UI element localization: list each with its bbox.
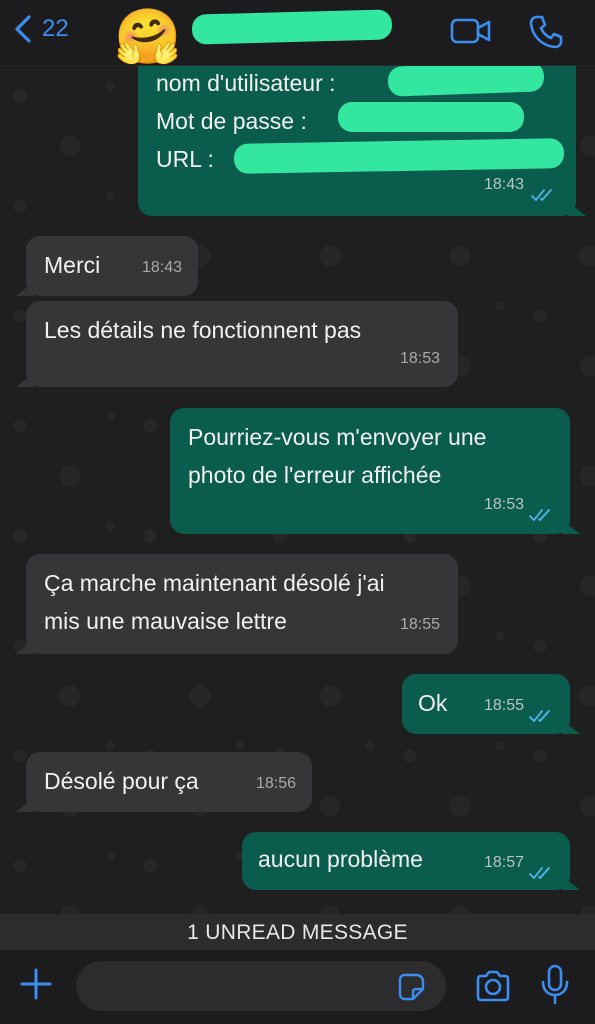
message-incoming[interactable]: Désolé pour ça 18:56: [16, 752, 312, 812]
plus-icon[interactable]: [18, 966, 54, 1002]
video-camera-icon[interactable]: [450, 14, 492, 48]
message-text: Merci: [44, 252, 101, 278]
sticker-icon[interactable]: [396, 972, 426, 1002]
message-line: Mot de passe :: [156, 108, 307, 134]
microphone-icon[interactable]: [540, 964, 570, 1006]
message-time: 18:56: [255, 775, 296, 792]
message-input[interactable]: [76, 961, 446, 1011]
message-line: mis une mauvaise lettre: [44, 608, 287, 634]
message-time: 18:55: [399, 616, 440, 633]
unread-count: 22: [42, 15, 69, 42]
message-outgoing[interactable]: aucun problème 18:57: [242, 832, 580, 890]
message-line: photo de l'erreur affichée: [188, 462, 442, 488]
back-button[interactable]: 22: [12, 14, 69, 44]
message-incoming[interactable]: Merci 18:43: [16, 236, 198, 296]
message-time: 18:55: [483, 697, 524, 714]
redacted-password: [338, 102, 524, 132]
composer-bar: [0, 950, 595, 1024]
camera-icon[interactable]: [474, 969, 512, 1003]
message-text: aucun problème: [258, 846, 423, 872]
read-receipt-icon: [529, 867, 550, 879]
message-time: 18:43: [141, 259, 182, 276]
message-time: 18:43: [483, 176, 524, 193]
unread-banner: 1 UNREAD MESSAGE: [0, 914, 595, 950]
message-outgoing[interactable]: Ok 18:55: [402, 674, 580, 734]
message-time: 18:53: [483, 496, 524, 513]
message-text: Les détails ne fonctionnent pas: [44, 317, 362, 343]
message-line: nom d'utilisateur :: [156, 70, 336, 96]
read-receipt-icon: [529, 509, 550, 521]
message-outgoing[interactable]: Pourriez-vous m'envoyer une photo de l'e…: [170, 408, 580, 534]
message-time: 18:57: [483, 854, 524, 871]
contact-avatar[interactable]: 🤗: [110, 4, 186, 70]
message-text: Ok: [418, 690, 448, 716]
redacted-username: [387, 66, 545, 97]
message-line: Ça marche maintenant désolé j'ai: [44, 570, 385, 596]
read-receipt-icon: [531, 189, 552, 201]
message-line: Pourriez-vous m'envoyer une: [188, 424, 487, 450]
chat-header: 22 🤗: [0, 0, 595, 67]
phone-icon[interactable]: [528, 14, 564, 50]
message-time: 18:53: [399, 350, 440, 367]
redacted-contact-name: [191, 9, 393, 45]
message-text: Désolé pour ça: [44, 768, 199, 794]
message-outgoing[interactable]: nom d'utilisateur : Mot de passe : URL :…: [138, 66, 586, 216]
message-line: URL :: [156, 146, 214, 172]
message-incoming[interactable]: Les détails ne fonctionnent pas 18:53: [16, 301, 458, 387]
read-receipt-icon: [529, 710, 550, 722]
chat-area[interactable]: nom d'utilisateur : Mot de passe : URL :…: [0, 66, 595, 946]
chevron-left-icon: [15, 15, 31, 43]
message-incoming[interactable]: Ça marche maintenant désolé j'ai mis une…: [16, 554, 458, 654]
